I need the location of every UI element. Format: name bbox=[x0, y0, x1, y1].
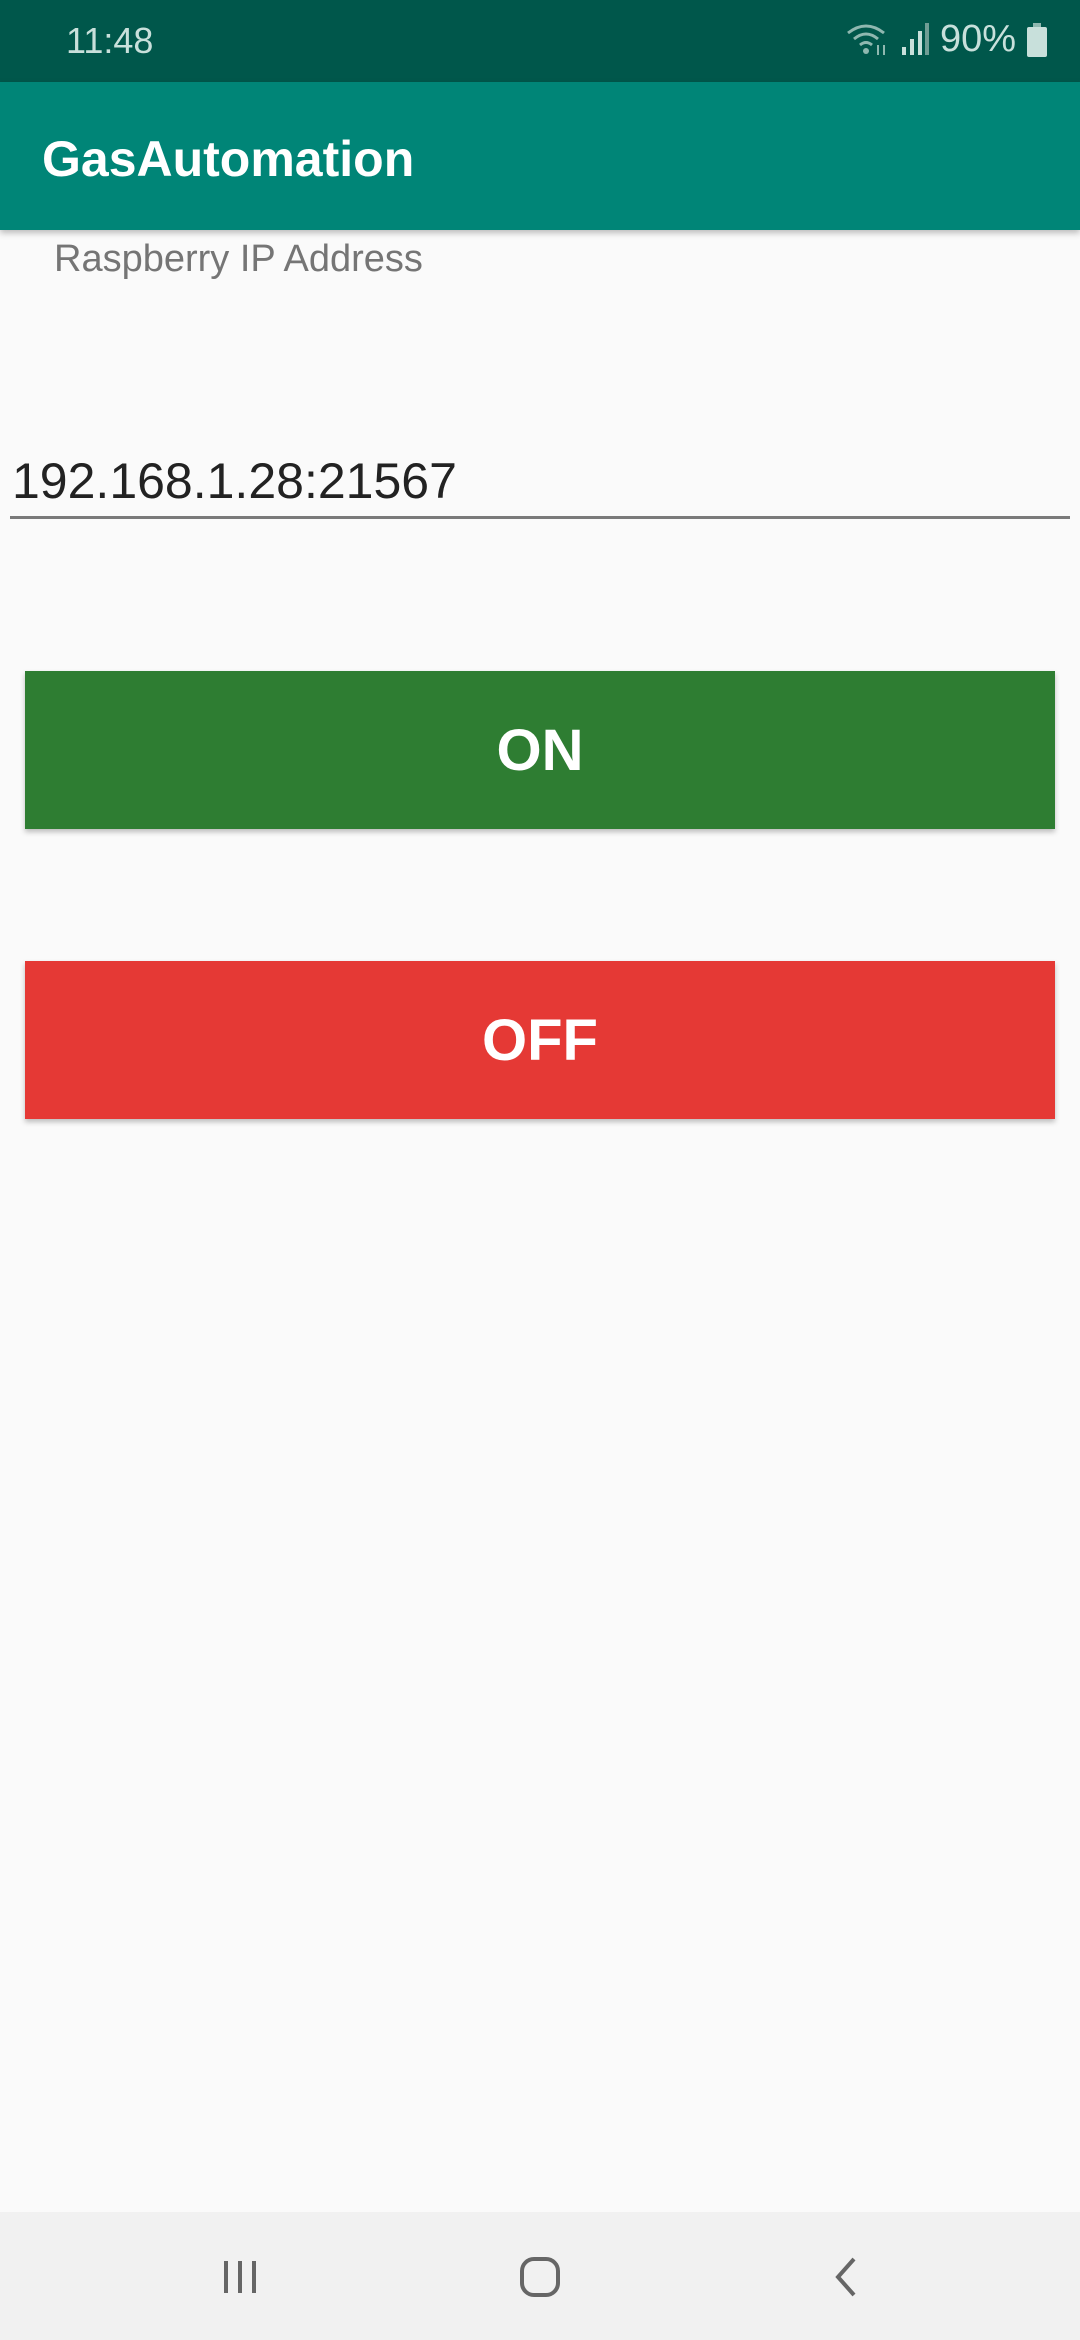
battery-icon bbox=[1027, 22, 1047, 57]
off-button[interactable]: OFF bbox=[25, 961, 1055, 1119]
status-bar: 11:48 90% bbox=[0, 0, 1080, 82]
status-time: 11:48 bbox=[66, 20, 154, 61]
wifi-icon bbox=[847, 24, 885, 55]
ip-address-label: Raspberry IP Address bbox=[54, 238, 423, 280]
app-title: GasAutomation bbox=[42, 131, 415, 187]
on-button[interactable]: ON bbox=[25, 671, 1055, 829]
battery-percent: 90% bbox=[939, 18, 1016, 60]
navigation-bar bbox=[0, 2212, 1080, 2340]
signal-icon bbox=[901, 22, 929, 55]
app-bar: GasAutomation bbox=[0, 82, 1080, 230]
home-icon[interactable] bbox=[510, 2252, 570, 2302]
ip-address-input[interactable] bbox=[10, 445, 1070, 519]
recent-apps-icon[interactable] bbox=[210, 2252, 270, 2302]
back-icon[interactable] bbox=[815, 2252, 875, 2302]
